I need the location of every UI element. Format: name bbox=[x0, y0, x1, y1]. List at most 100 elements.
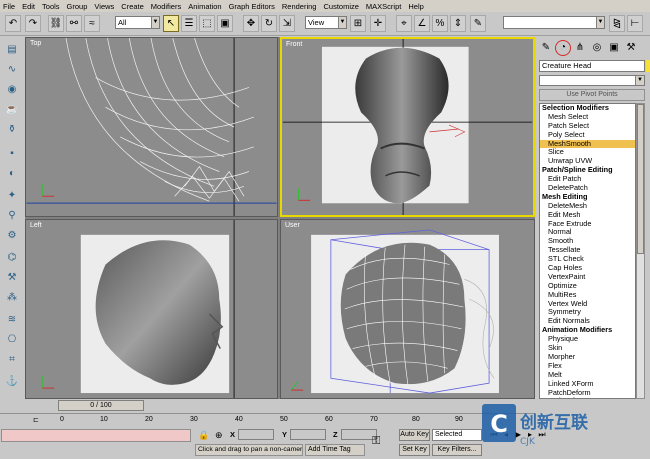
light-icon[interactable]: ✦ bbox=[4, 187, 20, 203]
absolute-mode-icon[interactable]: ⊕ bbox=[215, 430, 223, 441]
scrollbar-thumb[interactable] bbox=[637, 104, 644, 254]
menu-bar: File Edit Tools Group Views Create Modif… bbox=[0, 0, 650, 12]
layer-icon[interactable]: ▤ bbox=[4, 41, 20, 57]
region-select-icon[interactable]: ⬚ bbox=[199, 15, 215, 32]
menu-group[interactable]: Group bbox=[67, 2, 88, 11]
pivot-icon[interactable]: ⊞ bbox=[350, 15, 366, 32]
helper-icon[interactable]: ⚲ bbox=[4, 207, 20, 223]
selection-filter-combo[interactable]: All ▼ bbox=[115, 16, 160, 29]
rotate-icon[interactable]: ↻ bbox=[261, 15, 277, 32]
viewport-label: Top bbox=[30, 40, 42, 47]
key-selection-combo[interactable]: Selected bbox=[432, 429, 482, 441]
main-toolbar: ↶ ↷ ⛓ ⚯ ≈ All ▼ ↖ ☰ ⬚ ▣ ✥ ↻ ⇲ View ▼ ⊞ ✛ ⌖… bbox=[0, 12, 650, 36]
menu-edit[interactable]: Edit bbox=[22, 2, 35, 11]
object-display-icon[interactable]: ▪ bbox=[4, 145, 20, 161]
tick-label: 20 bbox=[145, 416, 153, 423]
hierarchy-tab-icon[interactable]: ⋔ bbox=[572, 40, 588, 56]
object-color-swatch[interactable] bbox=[646, 60, 650, 72]
script-icon[interactable]: ⚓ bbox=[4, 373, 20, 389]
select-manipulate-icon[interactable]: ✛ bbox=[370, 15, 386, 32]
systems-icon[interactable]: ⌬ bbox=[4, 249, 20, 265]
quick-render-icon[interactable]: ⚱ bbox=[4, 121, 20, 137]
track-bar[interactable]: ⊏ 0 10 20 30 40 50 60 70 80 90 bbox=[0, 413, 535, 427]
menu-create[interactable]: Create bbox=[121, 2, 144, 11]
menu-animation[interactable]: Animation bbox=[188, 2, 221, 11]
set-key-button[interactable]: Set Key bbox=[399, 444, 430, 456]
trackbar-icon[interactable]: ⊏ bbox=[33, 416, 39, 424]
goto-end-icon[interactable]: ⏭ bbox=[536, 429, 548, 441]
use-pivot-points-button[interactable]: Use Pivot Points bbox=[539, 89, 645, 101]
particles-icon[interactable]: ⁂ bbox=[4, 289, 20, 305]
modifier-sets-list[interactable]: Selection Modifiers Mesh Select Patch Sele… bbox=[539, 103, 636, 399]
redo-icon[interactable]: ↷ bbox=[25, 15, 41, 32]
x-coord-field[interactable] bbox=[238, 429, 274, 440]
spacewarp-icon[interactable]: ⚙ bbox=[4, 227, 20, 243]
viewport-label: Left bbox=[30, 222, 42, 229]
measure-icon[interactable]: ⌗ bbox=[4, 351, 20, 367]
angle-snap-icon[interactable]: ∠ bbox=[414, 15, 430, 32]
window-crossing-icon[interactable]: ▣ bbox=[217, 15, 233, 32]
menu-tools[interactable]: Tools bbox=[42, 2, 60, 11]
material-editor-icon[interactable]: ◉ bbox=[4, 81, 20, 97]
display-tab-icon[interactable]: ▣ bbox=[606, 40, 622, 56]
play-icon[interactable]: ▶ bbox=[512, 429, 524, 441]
select-object-icon[interactable]: ↖ bbox=[163, 15, 179, 32]
modifier-list-dropdown[interactable]: ▼ bbox=[539, 75, 645, 86]
named-selection-combo[interactable]: ▼ bbox=[503, 16, 605, 29]
motion-tab-icon[interactable]: ◎ bbox=[589, 40, 605, 56]
modify-tab-icon[interactable]: ◔ bbox=[555, 39, 571, 56]
modifier-list-scrollbar[interactable] bbox=[636, 103, 645, 399]
object-name-field[interactable]: Creature Head bbox=[539, 60, 645, 72]
viewport-front[interactable]: Front bbox=[280, 37, 535, 217]
curve-editor-icon[interactable]: ∿ bbox=[4, 61, 20, 77]
maxscript-listener-field[interactable] bbox=[1, 429, 191, 442]
lock-selection-icon[interactable]: 🔒 bbox=[198, 430, 209, 441]
menu-file[interactable]: File bbox=[3, 2, 15, 11]
menu-graph-editors[interactable]: Graph Editors bbox=[229, 2, 275, 11]
percent-snap-icon[interactable]: % bbox=[432, 15, 448, 32]
next-frame-icon[interactable]: ▸ bbox=[524, 429, 536, 441]
menu-customize[interactable]: Customize bbox=[323, 2, 358, 11]
align-icon[interactable]: ⊢ bbox=[627, 15, 643, 32]
shape-icon[interactable]: ◐ bbox=[4, 165, 20, 181]
y-coord-label: Y bbox=[282, 430, 288, 439]
key-filters-button[interactable]: Key Filters... bbox=[432, 444, 482, 456]
time-slider[interactable]: 0 / 100 bbox=[58, 400, 144, 411]
left-tool-strip: ▤ ∿ ◉ ☕ ⚱ ▪ ◐ ✦ ⚲ ⚙ ⌬ ⚒ ⁂ ≋ ⎔ ⌗ ⚓ bbox=[0, 37, 24, 400]
snap-icon[interactable]: ⌖ bbox=[396, 15, 412, 32]
named-selection-icon[interactable]: ✎ bbox=[470, 15, 486, 32]
mirror-icon[interactable]: ⧎ bbox=[609, 15, 625, 32]
add-time-tag-button[interactable]: Add Time Tag bbox=[305, 444, 365, 456]
key-icon[interactable]: ⚿ bbox=[372, 435, 380, 448]
command-panel: ✎ ◔ ⋔ ◎ ▣ ⚒ Creature Head ▼ Use Pivot Po… bbox=[536, 37, 650, 399]
bind-spacewarp-icon[interactable]: ≈ bbox=[84, 15, 100, 32]
select-by-name-icon[interactable]: ☰ bbox=[181, 15, 197, 32]
viewport-top[interactable]: Top bbox=[25, 37, 278, 217]
spinner-snap-icon[interactable]: ⇕ bbox=[450, 15, 466, 32]
viewport-left[interactable]: Left bbox=[25, 219, 278, 399]
camera-icon[interactable]: ⎔ bbox=[4, 331, 20, 347]
y-coord-field[interactable] bbox=[290, 429, 326, 440]
menu-views[interactable]: Views bbox=[94, 2, 114, 11]
bones-icon[interactable]: ⚒ bbox=[4, 269, 20, 285]
menu-help[interactable]: Help bbox=[408, 2, 423, 11]
menu-modifiers[interactable]: Modifiers bbox=[151, 2, 181, 11]
auto-key-button[interactable]: Auto Key bbox=[399, 429, 430, 441]
link-icon[interactable]: ⛓ bbox=[48, 15, 64, 32]
unlink-icon[interactable]: ⚯ bbox=[66, 15, 82, 32]
menu-rendering[interactable]: Rendering bbox=[282, 2, 317, 11]
utilities-tab-icon[interactable]: ⚒ bbox=[623, 40, 639, 56]
menu-maxscript[interactable]: MAXScript bbox=[366, 2, 401, 11]
wave-icon[interactable]: ≋ bbox=[4, 311, 20, 327]
goto-start-icon[interactable]: ⏮ bbox=[488, 429, 500, 441]
modifier-item[interactable]: PathDeform bbox=[540, 396, 635, 398]
viewport-user[interactable]: User bbox=[280, 219, 535, 399]
scale-icon[interactable]: ⇲ bbox=[279, 15, 295, 32]
create-tab-icon[interactable]: ✎ bbox=[538, 40, 554, 56]
tick-label: 40 bbox=[235, 416, 243, 423]
render-scene-icon[interactable]: ☕ bbox=[4, 101, 20, 117]
move-icon[interactable]: ✥ bbox=[243, 15, 259, 32]
reference-coordinate-combo[interactable]: View ▼ bbox=[305, 16, 347, 29]
undo-icon[interactable]: ↶ bbox=[5, 15, 21, 32]
prev-frame-icon[interactable]: ◂ bbox=[500, 429, 512, 441]
